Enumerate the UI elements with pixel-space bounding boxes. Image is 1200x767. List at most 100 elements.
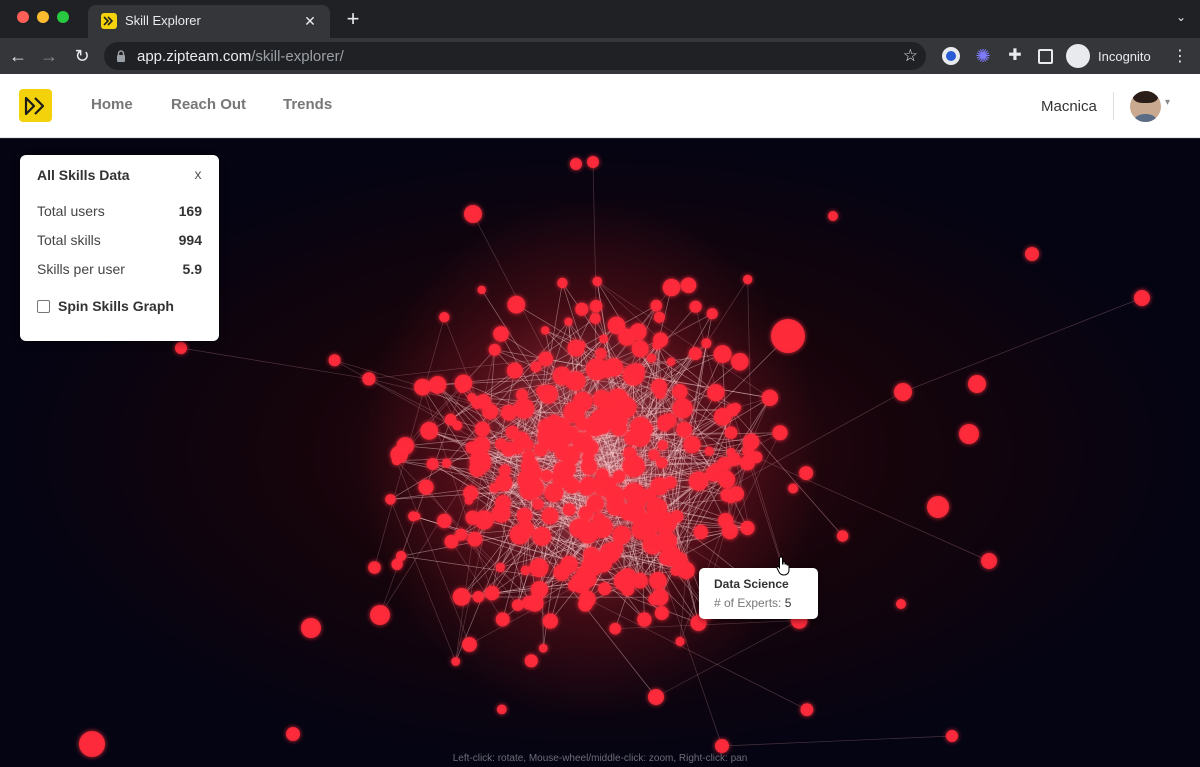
skill-node[interactable] <box>670 510 684 523</box>
skill-node[interactable] <box>772 425 788 441</box>
close-window-button[interactable] <box>17 11 29 23</box>
skill-node[interactable] <box>328 354 341 367</box>
skill-node[interactable] <box>725 403 739 417</box>
skill-node[interactable] <box>575 302 589 316</box>
skill-node[interactable] <box>607 316 626 335</box>
skill-node[interactable] <box>493 326 509 342</box>
skill-node[interactable] <box>454 374 473 393</box>
skill-node[interactable] <box>532 527 552 546</box>
skill-node[interactable] <box>666 357 676 366</box>
skill-node[interactable] <box>428 376 447 394</box>
skill-node[interactable] <box>556 565 568 577</box>
avatar[interactable] <box>1130 91 1161 122</box>
skill-node[interactable] <box>693 524 708 540</box>
skill-node[interactable] <box>520 565 531 576</box>
address-bar[interactable]: app.zipteam.com/skill-explorer/ ☆ <box>104 42 926 70</box>
skill-node[interactable] <box>676 421 692 438</box>
skill-node[interactable] <box>426 458 439 470</box>
skill-node[interactable] <box>484 585 500 601</box>
skill-node[interactable] <box>577 522 599 544</box>
skill-node[interactable] <box>586 495 605 513</box>
skill-node[interactable] <box>623 446 637 460</box>
skill-node[interactable] <box>418 479 434 495</box>
skill-node[interactable] <box>771 319 805 353</box>
skill-node[interactable] <box>506 362 523 379</box>
skill-node[interactable] <box>517 520 535 538</box>
skill-node[interactable] <box>565 377 577 389</box>
skill-node[interactable] <box>728 486 745 502</box>
skill-node[interactable] <box>396 437 415 455</box>
skill-node[interactable] <box>437 513 452 529</box>
skill-node[interactable] <box>650 299 663 312</box>
skill-node[interactable] <box>799 466 814 481</box>
skill-node[interactable] <box>467 393 477 402</box>
skill-node[interactable] <box>451 657 461 666</box>
skill-node[interactable] <box>672 384 688 400</box>
skill-node[interactable] <box>522 450 535 463</box>
bookmark-star-icon[interactable]: ☆ <box>903 46 918 66</box>
skill-node[interactable] <box>599 404 615 420</box>
skill-node[interactable] <box>630 416 651 438</box>
skill-node[interactable] <box>530 361 542 373</box>
skill-node[interactable] <box>462 637 477 652</box>
skill-node[interactable] <box>619 504 636 521</box>
skill-node[interactable] <box>634 462 646 474</box>
skill-node[interactable] <box>654 606 669 621</box>
tab-close-icon[interactable]: ✕ <box>300 11 320 31</box>
skill-node[interactable] <box>391 558 403 570</box>
side-panel-icon[interactable] <box>1038 49 1053 64</box>
skill-node[interactable] <box>464 496 474 505</box>
skill-node[interactable] <box>959 424 979 444</box>
skill-node[interactable] <box>524 654 538 668</box>
browser-menu-icon[interactable]: ⋮ <box>1172 46 1188 66</box>
skill-node[interactable] <box>711 462 722 473</box>
gear-extension-icon[interactable]: ✺ <box>974 47 992 65</box>
skill-node[interactable] <box>651 378 668 395</box>
skill-node[interactable] <box>595 468 609 482</box>
skill-node[interactable] <box>301 618 321 638</box>
skill-node[interactable] <box>452 420 463 431</box>
skill-node[interactable] <box>672 398 693 419</box>
back-arrow-icon[interactable]: ← <box>6 44 30 68</box>
browser-tab[interactable]: Skill Explorer ✕ <box>88 5 330 38</box>
skill-node[interactable] <box>482 403 499 420</box>
skill-node[interactable] <box>642 534 663 555</box>
skill-node[interactable] <box>649 572 667 590</box>
chevron-down-icon[interactable]: ▾ <box>1165 97 1170 108</box>
skill-node[interactable] <box>828 211 838 221</box>
skill-node[interactable] <box>642 488 657 503</box>
skill-node[interactable] <box>739 455 755 471</box>
skill-node[interactable] <box>495 495 511 511</box>
skill-node[interactable] <box>362 372 376 386</box>
skill-node[interactable] <box>529 558 549 578</box>
skill-node[interactable] <box>532 498 544 510</box>
skill-node[interactable] <box>495 562 505 573</box>
nav-reach-out[interactable]: Reach Out <box>171 96 246 113</box>
skill-node[interactable] <box>546 414 563 431</box>
skill-node[interactable] <box>412 512 421 521</box>
skill-node[interactable] <box>414 378 431 396</box>
skill-node[interactable] <box>653 332 669 348</box>
skill-node[interactable] <box>721 470 734 483</box>
skill-node[interactable] <box>1134 290 1150 306</box>
skill-node[interactable] <box>495 474 513 492</box>
skill-node[interactable] <box>541 507 559 525</box>
skill-node[interactable] <box>175 342 187 354</box>
skill-node[interactable] <box>724 426 738 440</box>
skill-node[interactable] <box>637 612 652 627</box>
skill-node[interactable] <box>286 727 300 741</box>
skill-node[interactable] <box>894 383 912 401</box>
puzzle-extensions-icon[interactable]: ✚ <box>1006 47 1024 65</box>
skill-node[interactable] <box>511 441 524 455</box>
skill-node[interactable] <box>680 277 697 294</box>
skill-node[interactable] <box>731 353 749 371</box>
skill-node[interactable] <box>563 477 580 494</box>
skill-node[interactable] <box>516 507 533 524</box>
skill-node[interactable] <box>572 391 593 412</box>
skill-node[interactable] <box>520 466 540 486</box>
skill-node[interactable] <box>1025 247 1039 261</box>
skill-node[interactable] <box>632 496 646 510</box>
skill-node[interactable] <box>495 438 507 451</box>
skill-node[interactable] <box>582 439 599 457</box>
skill-node[interactable] <box>472 591 485 603</box>
